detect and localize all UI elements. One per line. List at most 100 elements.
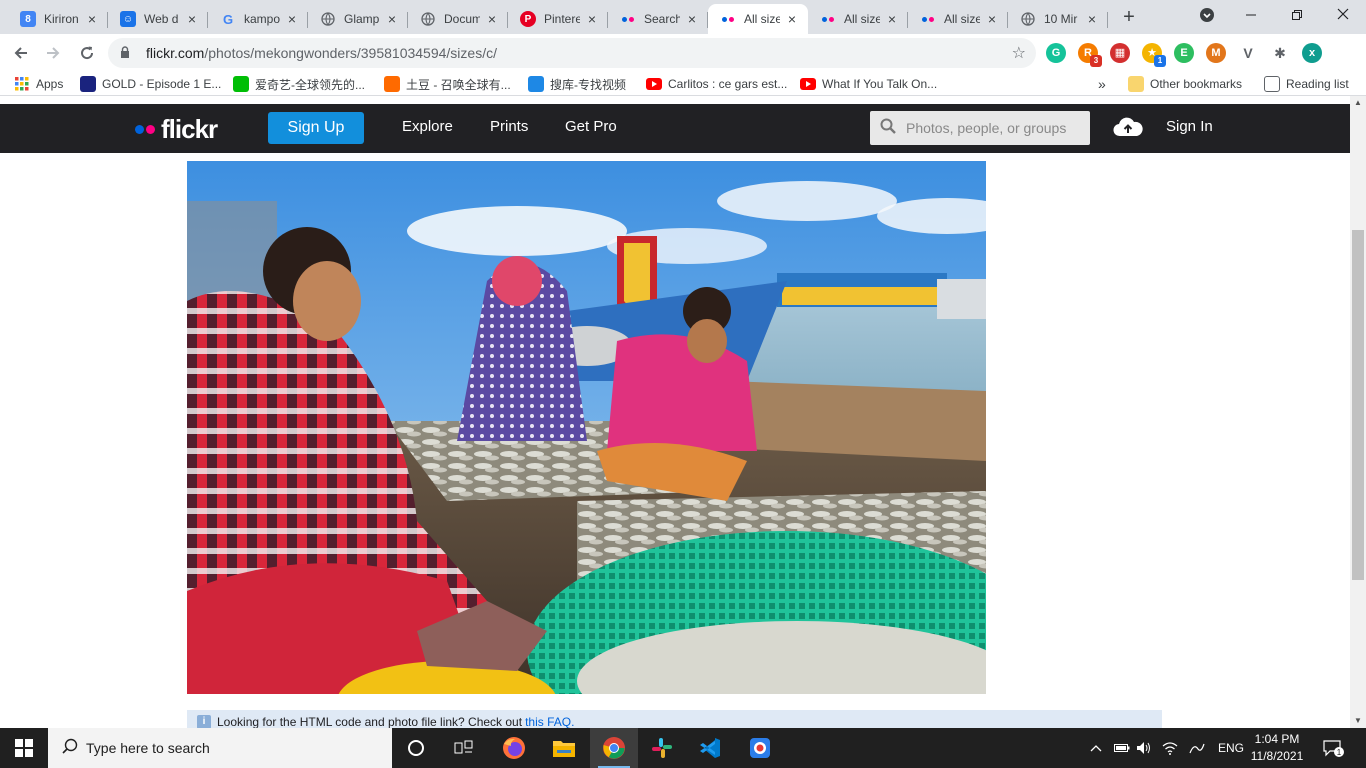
firefox-taskbar-button[interactable] — [490, 728, 538, 768]
minimize-button[interactable] — [1228, 0, 1274, 30]
extension-badge: 3 — [1090, 55, 1102, 67]
sign-in-link[interactable]: Sign In — [1166, 118, 1213, 135]
bookmark-item[interactable]: GOLD - Episode 1 E... — [80, 74, 221, 94]
browser-tab[interactable]: Docum × — [408, 4, 508, 34]
red-grid-extension-icon[interactable]: ▦ — [1110, 43, 1130, 63]
slack-taskbar-button[interactable] — [638, 728, 686, 768]
back-button[interactable] — [6, 38, 36, 68]
browser-toolbar: flickr.com/photos/mekongwonders/39581034… — [0, 34, 1366, 72]
bookmark-star-icon[interactable]: ☆ — [1012, 43, 1026, 63]
tab-title: Web d — [144, 12, 179, 26]
bookmark-item[interactable]: Apps — [14, 74, 63, 94]
bookmark-item[interactable]: Carlitos : ce gars est... — [646, 74, 787, 94]
nav-prints[interactable]: Prints — [490, 118, 528, 135]
notification-count: 1 — [1337, 748, 1342, 757]
wifi-icon — [1162, 742, 1178, 755]
scroll-up-arrow[interactable]: ▲ — [1350, 96, 1366, 110]
star-extension-icon[interactable]: ★ 1 — [1142, 43, 1166, 67]
close-tab-icon[interactable]: × — [384, 11, 400, 27]
nav-get-pro[interactable]: Get Pro — [565, 118, 617, 135]
scroll-down-arrow[interactable]: ▼ — [1350, 714, 1366, 728]
browser-tab[interactable]: 8 Kiriron × — [8, 4, 108, 34]
gold-bookmark-icon — [80, 76, 96, 92]
browser-tab[interactable]: All size × — [908, 4, 1008, 34]
clock[interactable]: 1:04 PM 11/8/2021 — [1246, 731, 1308, 765]
scrollbar-thumb[interactable] — [1352, 230, 1364, 580]
bookmark-item[interactable]: 土豆 - 召唤全球有... — [384, 74, 511, 94]
tab-separator — [1107, 12, 1108, 28]
close-tab-icon[interactable]: × — [684, 11, 700, 27]
metamask-icon[interactable]: M — [1206, 43, 1226, 63]
google-contacts-icon: ☺ — [120, 11, 136, 27]
extension-badge: 1 — [1154, 55, 1166, 67]
search-placeholder: Photos, people, or groups — [906, 120, 1067, 136]
faq-link[interactable]: this FAQ. — [525, 715, 574, 728]
other-bookmarks[interactable]: Other bookmarks — [1128, 74, 1242, 94]
vscode-taskbar-button[interactable] — [686, 728, 734, 768]
browser-tab[interactable]: 10 Mir × — [1008, 4, 1108, 34]
network-tray-icon[interactable] — [1162, 728, 1178, 768]
language-indicator[interactable]: ENG — [1218, 728, 1244, 768]
google-sites-icon: 8 — [20, 11, 36, 27]
new-tab-button[interactable]: + — [1118, 6, 1140, 28]
evernote-icon[interactable]: E — [1174, 43, 1194, 63]
cortana-button[interactable] — [392, 728, 440, 768]
reload-button[interactable] — [72, 38, 102, 68]
search-input[interactable]: Photos, people, or groups — [870, 111, 1090, 145]
bookmark-item[interactable]: 爱奇艺-全球领先的... — [233, 74, 365, 94]
file-explorer-taskbar-button[interactable] — [540, 728, 588, 768]
recorder-taskbar-button[interactable] — [736, 728, 784, 768]
close-tab-icon[interactable]: × — [884, 11, 900, 27]
browser-tab[interactable]: Gkampo × — [208, 4, 308, 34]
profile-avatar-icon[interactable]: x — [1302, 43, 1322, 63]
close-tab-icon[interactable]: × — [784, 11, 800, 27]
puzzle-extensions-icon[interactable]: ✱ — [1270, 43, 1290, 63]
show-hidden-icons-button[interactable] — [1090, 728, 1102, 768]
rss-extension-icon[interactable]: R3 — [1078, 43, 1102, 67]
forward-button[interactable] — [38, 38, 68, 68]
browser-tab[interactable]: Search × — [608, 4, 708, 34]
taskbar-search-input[interactable]: Type here to search — [48, 728, 392, 768]
faq-notice: i Looking for the HTML code and photo fi… — [187, 710, 1162, 728]
close-tab-icon[interactable]: × — [484, 11, 500, 27]
volume-icon — [1137, 742, 1150, 754]
browser-tab[interactable]: P Pintere × — [508, 4, 608, 34]
sign-up-button[interactable]: Sign Up — [268, 112, 364, 144]
reading-list[interactable]: Reading list — [1264, 74, 1349, 94]
start-button[interactable] — [0, 728, 48, 768]
close-tab-icon[interactable]: × — [1084, 11, 1100, 27]
tab-title: Glamp — [344, 12, 380, 26]
battery-tray-icon[interactable] — [1114, 728, 1130, 768]
task-view-button[interactable] — [440, 728, 488, 768]
tab-search-button[interactable] — [1184, 0, 1230, 30]
close-tab-icon[interactable]: × — [984, 11, 1000, 27]
reload-icon — [81, 46, 94, 60]
close-tab-icon[interactable]: × — [84, 11, 100, 27]
vee-extension-icon[interactable]: V — [1238, 43, 1258, 63]
grammarly-icon[interactable]: G — [1046, 43, 1066, 63]
youtube-icon — [800, 78, 816, 90]
upload-cloud-icon[interactable] — [1113, 116, 1143, 138]
restore-button[interactable] — [1274, 0, 1320, 30]
pen-tray-icon[interactable] — [1188, 728, 1206, 768]
bookmarks-overflow-button[interactable]: » — [1098, 74, 1106, 94]
browser-tab[interactable]: All size × — [808, 4, 908, 34]
nav-explore[interactable]: Explore — [402, 118, 453, 135]
close-tab-icon[interactable]: × — [284, 11, 300, 27]
chrome-taskbar-button[interactable] — [590, 728, 638, 768]
browser-tab[interactable]: ☺ Web d × — [108, 4, 208, 34]
volume-tray-icon[interactable] — [1136, 728, 1152, 768]
battery-icon — [1114, 744, 1130, 752]
tab-title: All size — [944, 12, 980, 26]
bookmark-item[interactable]: 搜库-专找视频 — [528, 74, 626, 94]
browser-tab[interactable]: All size × — [708, 4, 808, 34]
address-bar[interactable]: flickr.com/photos/mekongwonders/39581034… — [108, 38, 1036, 68]
bookmark-item[interactable]: What If You Talk On... — [800, 74, 937, 94]
close-window-button[interactable] — [1320, 0, 1366, 30]
slack-icon — [652, 738, 672, 758]
action-center-button[interactable]: 1 — [1322, 728, 1344, 768]
close-tab-icon[interactable]: × — [584, 11, 600, 27]
flickr-logo[interactable]: flickr — [135, 114, 218, 145]
browser-tab[interactable]: Glamp × — [308, 4, 408, 34]
close-tab-icon[interactable]: × — [184, 11, 200, 27]
